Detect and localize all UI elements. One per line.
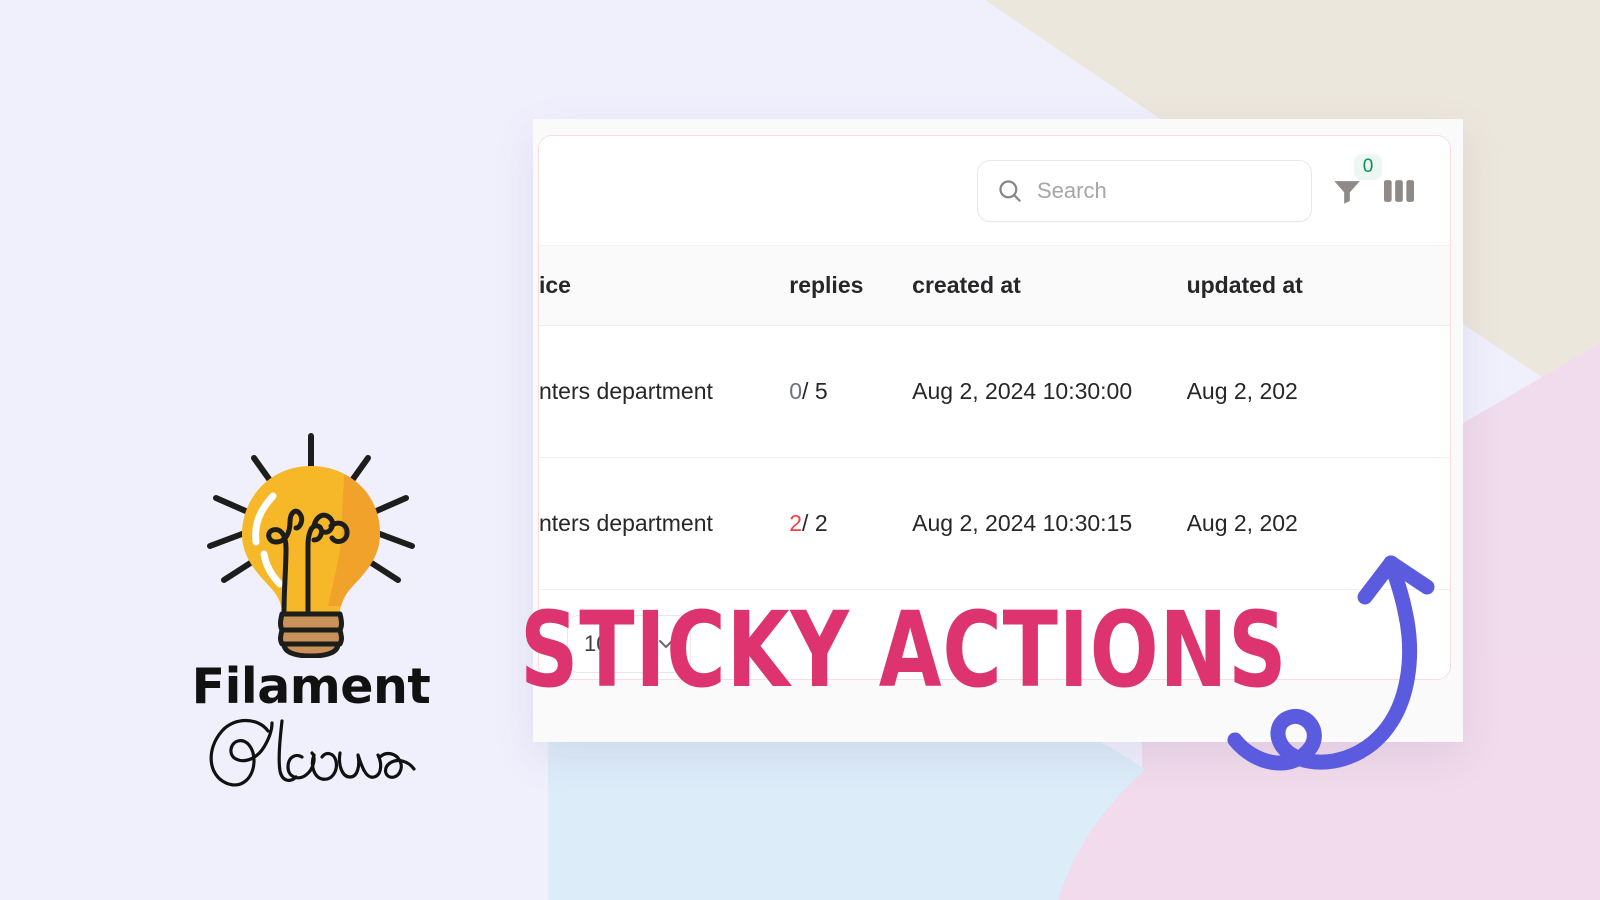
replies-done-count: 2 [789, 510, 803, 536]
filter-button[interactable]: 0 [1330, 153, 1382, 208]
table-body: nters department 0/ 5 Aug 2, 2024 10:30:… [539, 325, 1450, 590]
cell-updated-at: Aug 2, 202 [1186, 325, 1450, 458]
replies-separator: / [802, 378, 809, 404]
cell-updated-at: Aug 2, 202 [1186, 457, 1450, 590]
search-field[interactable] [977, 159, 1312, 222]
filter-count-badge: 0 [1354, 153, 1382, 180]
columns-icon [1384, 179, 1414, 202]
table-toolbar: 0 [539, 136, 1450, 246]
replies-done-count: 0 [789, 378, 803, 404]
table-head: ice replies created at updated at [539, 246, 1450, 326]
brand-script-glow [209, 718, 416, 787]
brand-name: Filament [191, 658, 431, 715]
column-header-replies[interactable]: replies [789, 246, 913, 326]
records-table: ice replies created at updated at nters … [539, 246, 1450, 590]
cell-created-at: Aug 2, 2024 10:30:00 [912, 325, 1187, 458]
cell-service: nters department [539, 325, 790, 458]
cell-replies: 2/ 2 [789, 457, 913, 590]
cell-service: nters department [539, 457, 790, 590]
replies-total-count: 2 [814, 510, 828, 536]
replies-total-count: 5 [814, 378, 828, 404]
table-header-row: ice replies created at updated at [539, 246, 1450, 326]
table-row[interactable]: nters department 2/ 2 Aug 2, 2024 10:30:… [539, 457, 1450, 590]
lightbulb-icon [207, 433, 415, 658]
toggle-columns-button[interactable] [1382, 176, 1416, 206]
cell-created-at: Aug 2, 2024 10:30:15 [912, 457, 1187, 590]
table-row[interactable]: nters department 0/ 5 Aug 2, 2024 10:30:… [539, 325, 1450, 458]
replies-separator: / [802, 510, 809, 536]
column-header-created-at[interactable]: created at [912, 246, 1187, 326]
cell-replies: 0/ 5 [789, 325, 913, 458]
column-header-service[interactable]: ice [539, 246, 790, 326]
search-icon [999, 180, 1021, 202]
brand-logo: Filament [176, 430, 446, 795]
headline-sticky-actions: STICKY ACTIONS [520, 589, 1288, 711]
column-header-updated-at[interactable]: updated at [1186, 246, 1450, 326]
search-input[interactable] [1037, 177, 1293, 204]
